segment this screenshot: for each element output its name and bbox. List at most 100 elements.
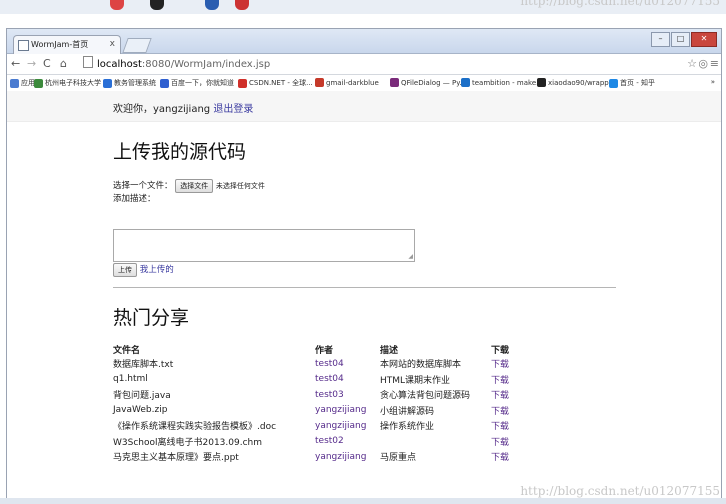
background-icon xyxy=(235,0,249,10)
csdn-icon xyxy=(238,78,247,88)
table-row: 数据库脚本.txt test04 本网站的数据库脚本 下载 xyxy=(113,356,531,372)
browser-tab[interactable]: WormJam-首页 x xyxy=(13,35,121,54)
author-link[interactable]: test03 xyxy=(315,387,380,403)
more-bookmarks[interactable]: » xyxy=(711,78,715,86)
upload-button[interactable]: 上传 xyxy=(113,263,137,277)
download-link[interactable]: 下载 xyxy=(491,434,531,450)
hdu-icon xyxy=(34,78,43,88)
resize-grip-icon[interactable]: ◢ xyxy=(408,253,413,260)
background-taskbar-strip xyxy=(0,498,726,504)
jwxt-icon xyxy=(103,78,112,88)
file-chooser-row: 选择一个文件： 选择文件 未选择任何文件 xyxy=(113,179,265,193)
bookmark-gmail[interactable]: gmail-darkblue xyxy=(315,78,379,87)
download-link[interactable]: 下载 xyxy=(491,418,531,434)
logout-link[interactable]: 退出登录 xyxy=(213,104,253,115)
file-name: W3School离线电子书2013.09.chm xyxy=(113,437,263,448)
table-row: JavaWeb.zip yangzijiang 小组讲解源码 下载 xyxy=(113,403,531,419)
tab-title: WormJam-首页 xyxy=(31,40,89,49)
bookmark-qfiledialog[interactable]: QFileDialog — Py... xyxy=(390,78,466,87)
qfiledialog-icon xyxy=(390,78,399,87)
section-divider xyxy=(113,287,616,288)
file-name: 数据库脚本.txt xyxy=(113,360,174,371)
navigation-toolbar: ← → C ⌂ localhost:8080/WormJam/index.jsp… xyxy=(7,54,721,75)
table-header-row: 文件名 作者 描述 下载 xyxy=(113,343,531,356)
hot-share-table: 文件名 作者 描述 下载 数据库脚本.txt test04 本网站的数据库脚本 … xyxy=(113,343,531,465)
baidu-icon xyxy=(160,78,169,88)
url-host: localhost xyxy=(97,59,142,70)
table-row: W3School离线电子书2013.09.chm test02 下载 xyxy=(113,434,531,450)
back-arrow-icon[interactable]: ← xyxy=(11,57,20,70)
bookmark-baidu[interactable]: 百度一下，你就知道 xyxy=(160,78,234,88)
desc-label: 添加描述： xyxy=(113,194,156,204)
table-row: 背包问题.java test03 贪心算法背包问题源码 下载 xyxy=(113,387,531,403)
table-row: 马克思主义基本原理》要点.ppt yangzijiang 马原重点 下载 xyxy=(113,449,531,465)
browser-window: WormJam-首页 x – □ ✕ ← → C ⌂ localhost:808… xyxy=(6,28,722,500)
header-download: 下载 xyxy=(491,346,510,356)
author-link[interactable]: yangzijiang xyxy=(315,449,380,465)
author-link[interactable]: yangzijiang xyxy=(315,418,380,434)
author-link[interactable]: test02 xyxy=(315,434,380,450)
file-desc: 操作系统作业 xyxy=(380,422,435,433)
extension-icon[interactable]: ◎ xyxy=(698,57,708,70)
description-textarea[interactable]: ◢ xyxy=(113,229,415,262)
tab-bar: WormJam-首页 x – □ ✕ xyxy=(7,29,721,54)
window-controls: – □ ✕ xyxy=(651,32,717,47)
close-window-button[interactable]: ✕ xyxy=(691,32,717,47)
my-uploads-link[interactable]: 我上传的 xyxy=(140,265,174,275)
bookmark-star-icon[interactable]: ☆ xyxy=(687,57,697,70)
welcome-line: 欢迎你，yangzijiang 退出登录 xyxy=(113,100,253,115)
watermark-bottom: http://blog.csdn.net/u012077155 xyxy=(520,484,720,498)
download-link[interactable]: 下载 xyxy=(491,403,531,419)
bookmark-apps[interactable]: 应用 xyxy=(10,78,35,88)
url-path: :8080/WormJam/index.jsp xyxy=(141,59,271,70)
file-desc: 马原重点 xyxy=(380,453,417,464)
download-link[interactable]: 下载 xyxy=(491,449,531,465)
file-desc: 贪心算法背包问题源码 xyxy=(380,391,471,402)
reload-icon[interactable]: C xyxy=(43,57,51,70)
table-row: 《操作系统课程实践实验报告模板》.doc yangzijiang 操作系统作业 … xyxy=(113,418,531,434)
welcome-bar: 欢迎你，yangzijiang 退出登录 xyxy=(7,91,721,122)
file-name: 马克思主义基本原理》要点.ppt xyxy=(113,453,239,464)
choose-file-label: 选择一个文件： xyxy=(113,181,173,191)
file-desc: 本网站的数据库脚本 xyxy=(380,360,462,371)
minimize-button[interactable]: – xyxy=(651,32,670,47)
header-author: 作者 xyxy=(315,346,334,356)
bookmark-jwxt[interactable]: 教务管理系统 xyxy=(103,78,156,88)
maximize-button[interactable]: □ xyxy=(671,32,690,47)
bookmark-csdn[interactable]: CSDN.NET - 全球... xyxy=(238,78,313,88)
bookmark-hdu[interactable]: 杭州电子科技大学 xyxy=(34,78,101,88)
author-link[interactable]: yangzijiang xyxy=(315,403,380,419)
page-favicon-icon xyxy=(18,40,29,51)
page-content: 欢迎你，yangzijiang 退出登录 上传我的源代码 选择一个文件： 选择文… xyxy=(7,91,721,499)
background-icon xyxy=(205,0,219,10)
github-icon xyxy=(537,78,546,87)
page-icon xyxy=(83,56,93,68)
zhihu-icon xyxy=(609,78,618,88)
welcome-text: 欢迎你，yangzijiang xyxy=(113,104,211,115)
download-link[interactable]: 下载 xyxy=(491,356,531,372)
tab-close-icon[interactable]: x xyxy=(110,36,115,53)
home-icon[interactable]: ⌂ xyxy=(60,57,67,70)
new-tab-button[interactable] xyxy=(122,38,152,53)
upload-row: 上传 我上传的 xyxy=(113,263,174,277)
background-icon xyxy=(150,0,164,10)
file-desc xyxy=(380,434,491,450)
file-desc: 小组讲解源码 xyxy=(380,406,435,417)
menu-icon[interactable]: ≡ xyxy=(710,57,719,70)
table-row: q1.html test04 HTML课期末作业 下载 xyxy=(113,372,531,388)
file-name: JavaWeb.zip xyxy=(113,405,168,416)
download-link[interactable]: 下载 xyxy=(491,372,531,388)
forward-arrow-icon[interactable]: → xyxy=(27,57,36,70)
file-desc: HTML课期末作业 xyxy=(380,375,451,386)
choose-file-button[interactable]: 选择文件 xyxy=(175,179,214,193)
author-link[interactable]: test04 xyxy=(315,356,380,372)
author-link[interactable]: test04 xyxy=(315,372,380,388)
download-link[interactable]: 下载 xyxy=(491,387,531,403)
address-bar[interactable]: localhost:8080/WormJam/index.jsp xyxy=(83,56,270,70)
file-name: 背包问题.java xyxy=(113,391,171,402)
bookmark-zhihu[interactable]: 首页 - 知乎 xyxy=(609,78,655,88)
upload-title: 上传我的源代码 xyxy=(113,141,247,163)
bookmark-github[interactable]: xiaodao90/wrapper xyxy=(537,78,616,87)
file-name: q1.html xyxy=(113,374,148,385)
bookmark-teambition[interactable]: teambition - make... xyxy=(461,78,543,87)
